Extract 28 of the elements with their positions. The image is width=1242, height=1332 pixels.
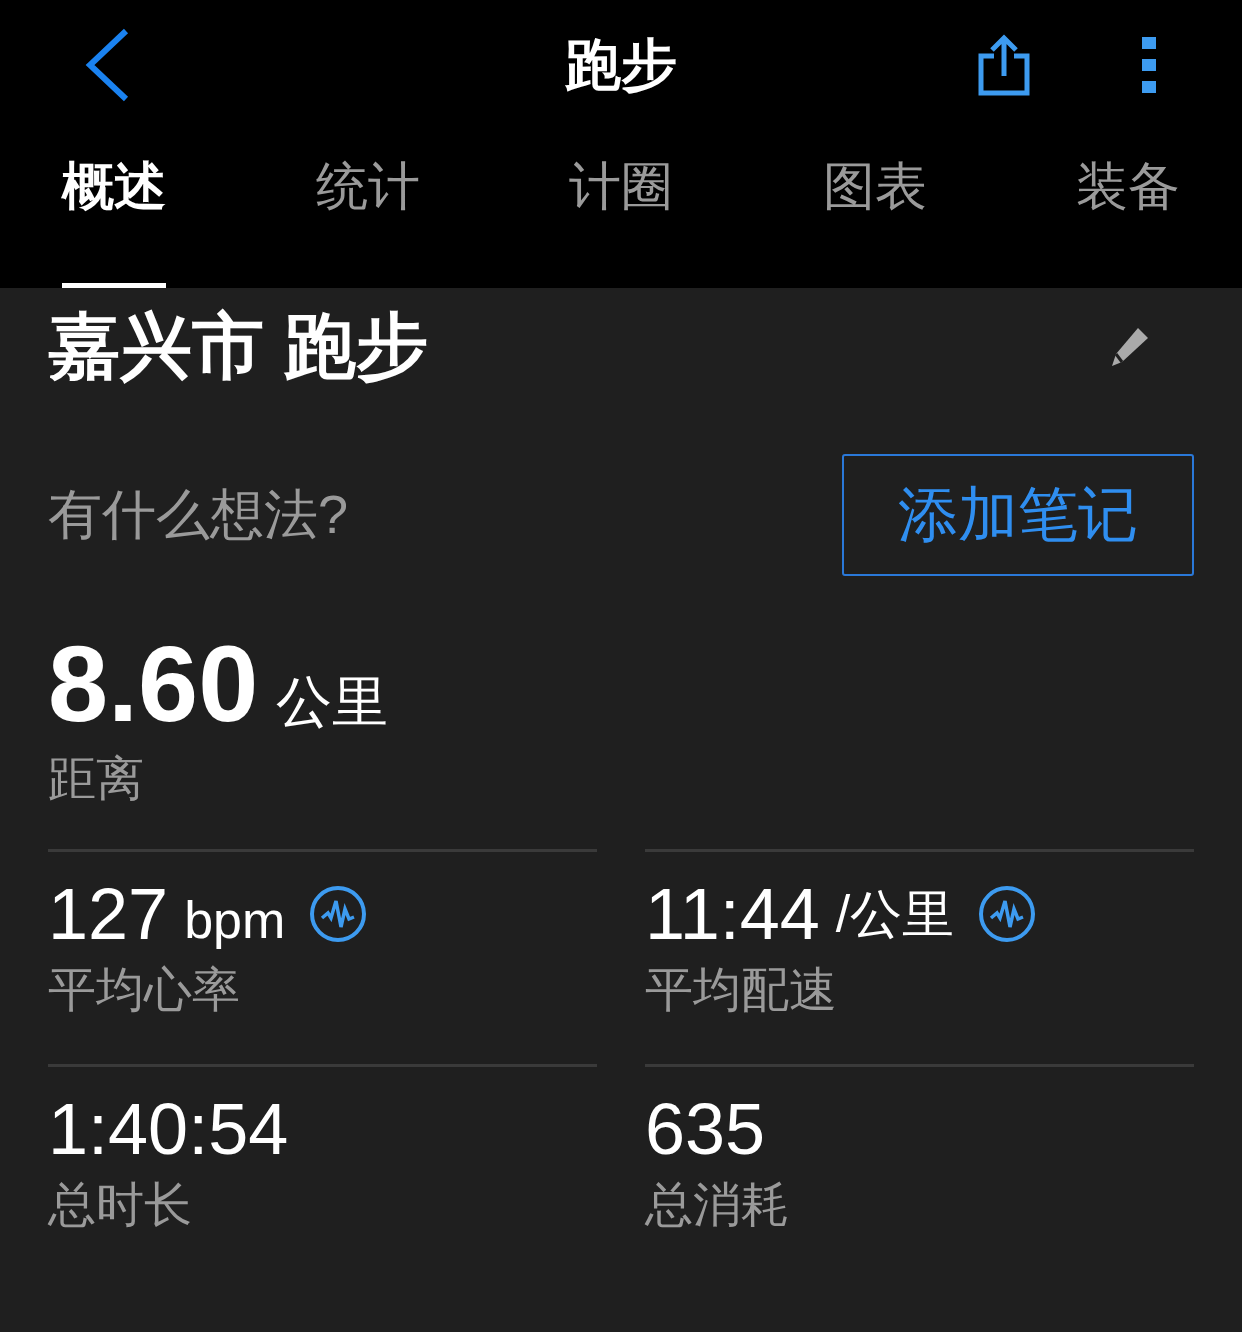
- stat-unit: bpm: [184, 890, 286, 950]
- more-button[interactable]: [1142, 37, 1156, 93]
- tab[interactable]: 概述: [62, 130, 166, 288]
- stat-label: 平均配速: [645, 962, 838, 1018]
- share-button[interactable]: [978, 34, 1030, 96]
- stat-value: 127: [48, 878, 169, 950]
- tab[interactable]: 计圈: [569, 130, 673, 288]
- stat-value: 635: [645, 1093, 766, 1165]
- stat-value: 1:40:54: [48, 1093, 289, 1165]
- stat-unit: /公里: [835, 884, 955, 945]
- stat-label: 总时长: [48, 1177, 193, 1233]
- share-icon: [978, 34, 1030, 96]
- tab[interactable]: 图表: [822, 130, 927, 288]
- stat-label: 平均心率: [48, 962, 241, 1018]
- distance-unit: 公里: [276, 669, 389, 735]
- screen-title: 跑步: [565, 32, 677, 98]
- stat-value: 11:44: [645, 878, 820, 950]
- tab[interactable]: 统计: [315, 130, 420, 288]
- back-button[interactable]: [84, 27, 130, 103]
- stat-label: 总消耗: [645, 1177, 790, 1233]
- distance-label: 距离: [48, 751, 145, 807]
- back-icon: [84, 27, 130, 103]
- more-icon: [1142, 37, 1156, 93]
- add-note-button[interactable]: 添加笔记: [842, 454, 1194, 576]
- distance-value: 8.60: [48, 630, 259, 738]
- tab[interactable]: 装备: [1076, 130, 1180, 288]
- activity-title: 嘉兴市 跑步: [48, 305, 429, 388]
- note-placeholder[interactable]: 有什么想法?: [48, 478, 349, 552]
